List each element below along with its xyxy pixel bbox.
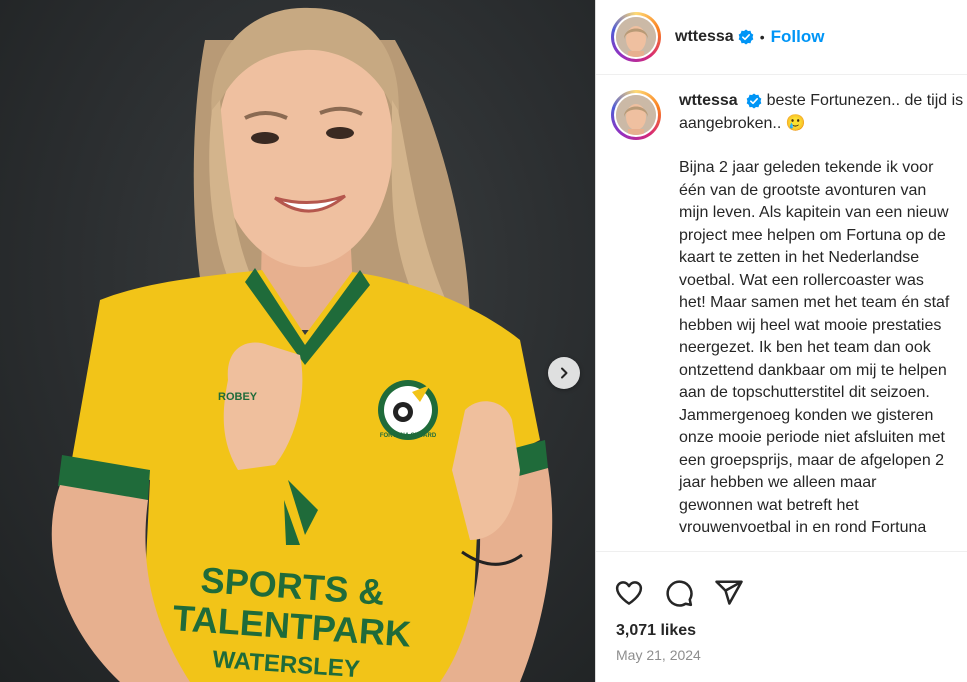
caption-line: voetbal. Wat een rollercoaster was	[679, 271, 924, 289]
post-side-panel: wttessa • Follow wttessa beste Fortuneze…	[595, 0, 967, 682]
caption-line: het! Maar samen met het team én staf	[679, 294, 950, 311]
caption-line: één van de grootste avonturen van	[679, 181, 927, 199]
caption-username[interactable]: wttessa	[679, 92, 738, 109]
chevron-right-icon	[561, 367, 568, 379]
heart-icon	[615, 581, 643, 605]
caption-line: Bijna 2 jaar geleden tekende ik voor	[679, 159, 934, 176]
caption-line: mijn leven. Als kapitein van een nieuw	[679, 204, 949, 221]
like-button[interactable]	[614, 578, 644, 608]
share-button[interactable]	[714, 578, 744, 608]
caption-avatar[interactable]	[616, 95, 656, 135]
caption-line: project mee helpen om Fortuna op de	[679, 226, 946, 244]
caption-line: gewonnen wat betreft het	[679, 496, 859, 514]
caption-line: beste Fortunezen.. de tijd is	[766, 92, 964, 109]
caption-line: ontzettend dankbaar om mij te helpen	[679, 361, 947, 379]
post-media: FORTUNA SITTARD ROBEY SPORTS & TALENTPAR…	[0, 0, 595, 682]
sleeve-brand-text: ROBEY	[218, 391, 258, 403]
caption-line: aangebroken.. 🥲	[679, 114, 806, 132]
caption-line: neergezet. Ik ben het team dan ook	[679, 339, 931, 356]
crest-text: FORTUNA SITTARD	[380, 433, 437, 439]
avatar-story-ring[interactable]	[611, 12, 661, 62]
caption-line: hebben wij heel wat mooie prestaties	[679, 316, 942, 334]
post-date[interactable]: May 21, 2024	[596, 647, 967, 663]
caption-line: vrouwenvoetbal in en rond Fortuna	[679, 519, 927, 536]
avatar[interactable]	[616, 17, 656, 57]
action-icons	[596, 552, 967, 616]
verified-badge-icon	[738, 29, 754, 45]
caption: wttessa beste Fortunezen.. de tijd is aa…	[596, 76, 967, 540]
comment-icon	[666, 580, 693, 607]
caption-line: kaart te zetten in het Nederlandse	[679, 249, 920, 266]
post-actions: 3,071 likes May 21, 2024	[596, 551, 967, 663]
comment-button[interactable]	[664, 578, 694, 608]
carousel-next-button[interactable]	[548, 357, 580, 389]
comments-section[interactable]: wttessa beste Fortunezen.. de tijd is aa…	[596, 76, 967, 551]
caption-text: wttessa beste Fortunezen.. de tijd is aa…	[679, 90, 967, 540]
caption-line: onze mooie periode niet afsluiten met	[679, 429, 945, 446]
caption-gap	[679, 135, 967, 157]
header-username[interactable]: wttessa	[675, 28, 734, 46]
verified-badge-icon	[746, 93, 762, 109]
follow-button[interactable]: Follow	[771, 27, 825, 47]
caption-line: jaar hebben we alleen maar	[679, 474, 877, 491]
caption-first-line: wttessa beste Fortunezen.. de tijd is	[679, 90, 967, 113]
post-photo: FORTUNA SITTARD ROBEY SPORTS & TALENTPAR…	[51, 7, 553, 682]
likes-count[interactable]: 3,071 likes	[596, 622, 967, 640]
caption-line: Jammergenoeg konden we gisteren	[679, 406, 934, 424]
share-icon	[715, 580, 743, 605]
caption-line: aan de topschutterstitel dit seizoen.	[679, 384, 930, 401]
caption-line: een groepsprijs, maar de afgelopen 2	[679, 451, 945, 469]
header-separator: •	[759, 29, 765, 45]
caption-avatar-ring[interactable]	[611, 90, 661, 140]
post-header: wttessa • Follow	[596, 0, 967, 75]
